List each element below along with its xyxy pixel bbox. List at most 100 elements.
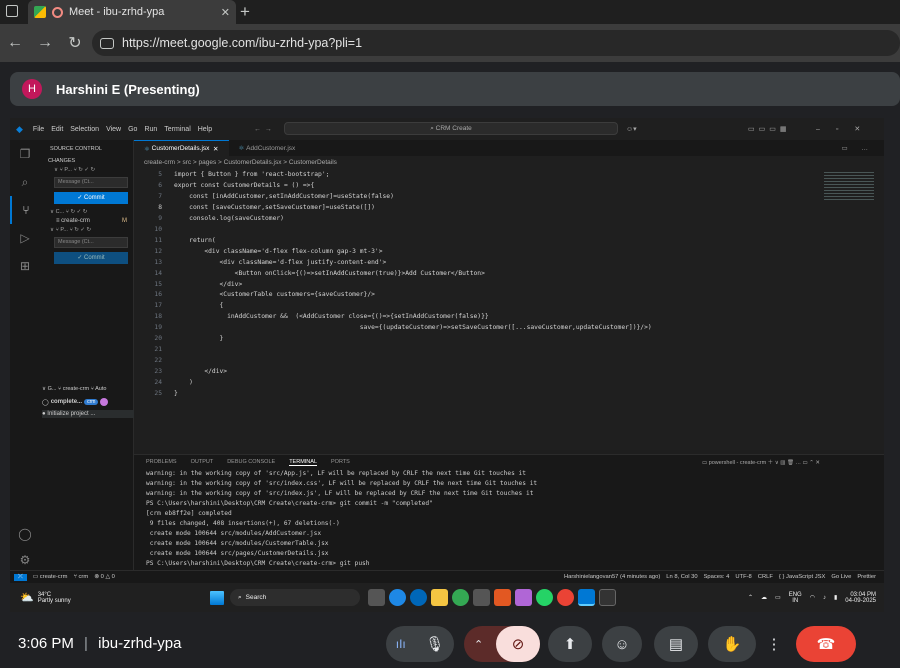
edge-icon[interactable] — [389, 589, 406, 606]
commit-button-2[interactable]: ✓ Commit — [54, 252, 128, 264]
chrome-dev-icon[interactable] — [452, 589, 469, 606]
code-line[interactable]: 24 ) — [134, 378, 834, 389]
camera-off-button[interactable]: ⊘ — [496, 626, 540, 662]
file-explorer-icon[interactable] — [431, 589, 448, 606]
status-lang[interactable]: { } JavaScript JSX — [779, 574, 825, 580]
layout-icons[interactable]: ▭▭▭▦ — [748, 125, 790, 133]
task-view-icon[interactable] — [368, 589, 385, 606]
status-golive[interactable]: Go Live — [831, 574, 851, 580]
code-line[interactable]: 9 console.log(saveCustomer) — [134, 214, 834, 225]
tab-close-icon[interactable]: ✕ — [221, 6, 230, 19]
tray-battery-icon[interactable]: ▭ — [775, 594, 781, 601]
changes-header[interactable]: CHANGES — [40, 152, 133, 164]
menu-item-go[interactable]: Go — [128, 126, 137, 133]
commit-message-input[interactable]: Message (Ct... — [54, 177, 128, 188]
run-debug-icon[interactable]: ▷ — [10, 224, 40, 252]
tray-cloud-icon[interactable]: ☁ — [761, 594, 767, 601]
panel-tab-debug-console[interactable]: DEBUG CONSOLE — [227, 459, 275, 465]
menu-item-selection[interactable]: Selection — [70, 126, 99, 133]
wifi-icon[interactable]: ◠ — [810, 594, 815, 601]
whatsapp-icon[interactable] — [536, 589, 553, 606]
mcafee-icon[interactable] — [494, 589, 511, 606]
code-line[interactable]: 6 export const CustomerDetails = () =>{ — [134, 181, 834, 192]
code-line[interactable]: 16 <CustomerTable customers={saveCustome… — [134, 290, 834, 301]
vscode-search[interactable]: ⌕ CRM Create — [284, 122, 618, 135]
repo-row-3[interactable]: ∨ ⑂ P... ⑂ ↻ ✓ ↻ — [40, 224, 133, 233]
raise-hand-button[interactable]: ✋ — [708, 626, 756, 662]
nav-arrows-icon[interactable]: ← → — [254, 126, 272, 133]
status-eol[interactable]: CRLF — [758, 574, 773, 580]
source-control-icon[interactable]: ⑂ — [10, 196, 40, 224]
camera-options-icon[interactable]: ⌃ — [474, 638, 483, 651]
status-git[interactable]: ⑂ crm — [73, 574, 88, 580]
windows-start-icon[interactable] — [210, 590, 224, 605]
repo-row[interactable]: ∨ ⑂ P... ⑂ ↻ ✓ ↻ — [40, 164, 133, 173]
more-options-button[interactable]: ⋮ — [760, 626, 788, 662]
repo-row-2[interactable]: ∨ C... ⑂ ↻ ✓ ↻ — [40, 204, 133, 215]
code-line[interactable]: 18 inAddCustomer && (<AddCustomer close=… — [134, 312, 834, 323]
panel-tab-terminal[interactable]: TERMINAL — [289, 459, 317, 466]
code-view[interactable]: 5 import { Button } from 'react-bootstrap… — [134, 170, 834, 400]
graph-commit-1[interactable]: ◯ complete... crm — [42, 398, 109, 406]
remote-icon[interactable]: ⤫ — [14, 573, 27, 581]
terminal-instance[interactable]: ▭ powershell - create-crm ＋ ∨ ▥ 🗑 … ▭ ⌃ … — [702, 458, 820, 466]
taskbar-clock[interactable]: 03:04 PM 04-09-2025 — [845, 592, 876, 604]
reactions-button[interactable]: ☺ — [602, 626, 642, 662]
code-line[interactable]: 8 const [saveCustomer,setSaveCustomer]=u… — [134, 203, 834, 214]
status-problems[interactable]: ⊗ 0 △ 0 — [94, 574, 115, 580]
site-info-icon[interactable] — [100, 37, 114, 49]
weather-widget[interactable]: ⛅ 34°C Partly sunny — [10, 591, 210, 605]
menu-item-view[interactable]: View — [106, 126, 121, 133]
graph-commit-2[interactable]: ● Initialize project ... — [42, 410, 134, 418]
menu-item-help[interactable]: Help — [198, 126, 212, 133]
end-call-button[interactable]: ☎ — [796, 626, 856, 662]
menu-item-edit[interactable]: Edit — [51, 126, 63, 133]
code-line[interactable]: 7 const [inAddCustomer,setInAddCustomer]… — [134, 192, 834, 203]
tab-add-customer[interactable]: ⚛ AddCustomer.jsx — [229, 140, 306, 156]
terminal-output[interactable]: warning: in the working copy of 'src/App… — [134, 469, 884, 569]
tab-customer-details[interactable]: ⚛ CustomerDetails.jsx ✕ — [134, 140, 229, 156]
window-controls[interactable]: –▫✕ — [816, 125, 876, 133]
editor-actions[interactable]: ▭ … — [842, 140, 884, 156]
status-position[interactable]: Ln 8, Col 30 — [666, 574, 697, 580]
status-spaces[interactable]: Spaces: 4 — [704, 574, 730, 580]
commit-message-input-2[interactable]: Message (Ct... — [54, 237, 128, 248]
battery-icon[interactable]: ▮ — [834, 594, 837, 601]
code-line[interactable]: 17 { — [134, 301, 834, 312]
code-line[interactable]: 15 </div> — [134, 280, 834, 291]
menu-item-terminal[interactable]: Terminal — [164, 126, 190, 133]
status-prettier[interactable]: Prettier — [857, 574, 876, 580]
copilot-icon[interactable] — [515, 589, 532, 606]
extensions-icon[interactable]: ⊞ — [10, 252, 40, 280]
menu-item-file[interactable]: File — [33, 126, 44, 133]
back-icon[interactable]: ← — [0, 28, 30, 58]
graph-header[interactable]: ∨ G... ⑂ create-crm ⑂ Auto — [42, 386, 106, 392]
menu-item-run[interactable]: Run — [144, 126, 157, 133]
terminal-taskbar-icon[interactable] — [599, 589, 616, 606]
input-language[interactable]: ENG IN — [789, 592, 802, 604]
changed-file[interactable]: ≡ create-crm M — [40, 215, 133, 224]
taskbar-search[interactable]: ⌕ Search — [230, 589, 360, 606]
volume-icon[interactable]: ♪ — [823, 595, 826, 601]
browser-tab-meet[interactable]: Meet - ibu-zrhd-ypa ✕ — [28, 0, 236, 24]
code-line[interactable]: 11 return( — [134, 236, 834, 247]
panel-tab-problems[interactable]: PROBLEMS — [146, 459, 177, 465]
status-blame[interactable]: Harshinielangovan57 (4 minutes ago) — [564, 574, 660, 580]
status-branch[interactable]: ▭ create-crm — [33, 574, 68, 580]
chrome-icon[interactable] — [557, 589, 574, 606]
code-line[interactable]: 21 — [134, 345, 834, 356]
store-icon[interactable] — [473, 589, 490, 606]
code-line[interactable]: 10 — [134, 225, 834, 236]
tray-chevron-icon[interactable]: ⌃ — [748, 594, 753, 601]
commit-button[interactable]: ✓ Commit — [54, 192, 128, 204]
code-line[interactable]: 19 save={(updateCustomer)=>setSaveCustom… — [134, 323, 834, 334]
mic-control[interactable]: ıIı 🎙 — [386, 626, 454, 662]
code-line[interactable]: 13 <div className='d-flex justify-conten… — [134, 258, 834, 269]
explorer-icon[interactable]: ❐ — [10, 140, 40, 168]
vscode-taskbar-icon[interactable] — [578, 589, 595, 606]
reload-icon[interactable]: ↻ — [60, 28, 90, 58]
code-line[interactable]: 20 } — [134, 334, 834, 345]
new-tab-icon[interactable]: + — [240, 2, 250, 22]
account-icon[interactable]: ◯ — [10, 520, 40, 548]
code-line[interactable]: 12 <div className='d-flex flex-column ga… — [134, 247, 834, 258]
